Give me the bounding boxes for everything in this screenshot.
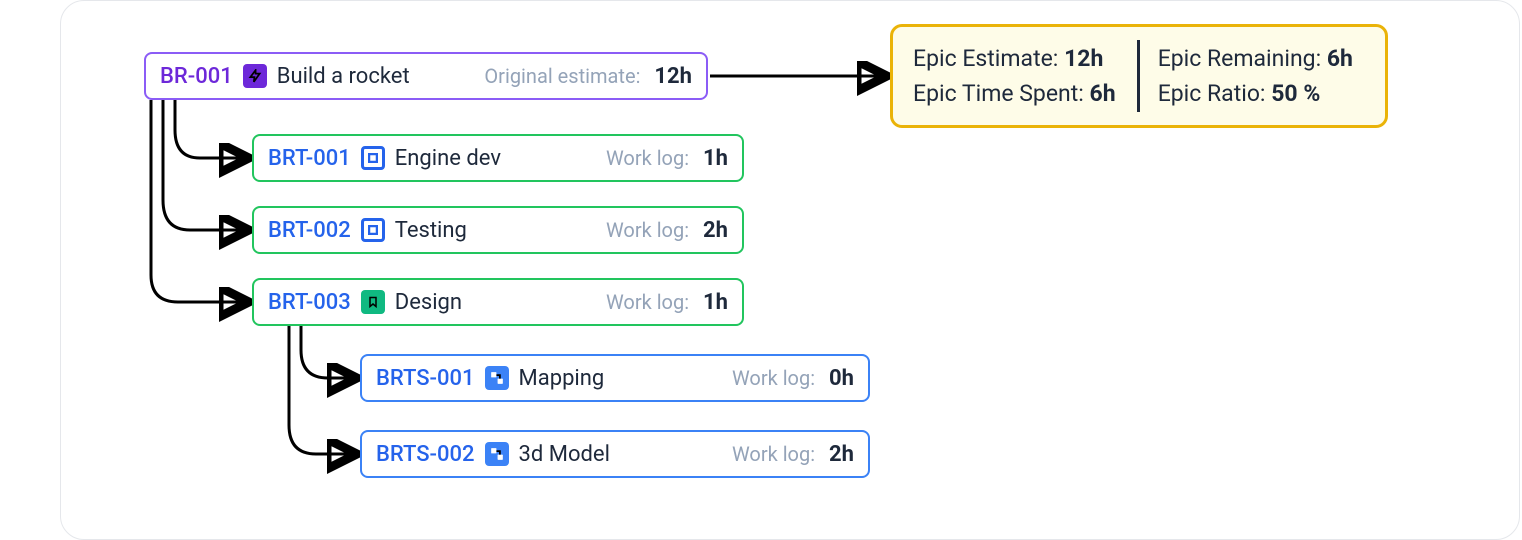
task-node[interactable]: BRT-001 Engine dev Work log: 1h (252, 134, 744, 182)
subtask-icon (485, 366, 509, 390)
task-log-value: 1h (703, 146, 728, 171)
task-title: Engine dev (395, 146, 501, 171)
task-icon (361, 218, 385, 242)
subtask-node[interactable]: BRTS-002 3d Model Work log: 2h (360, 430, 870, 478)
task-icon (361, 146, 385, 170)
task-log-value: 1h (703, 290, 728, 315)
epic-id: BR-001 (160, 64, 233, 89)
task-log-label: Work log: (576, 218, 689, 242)
task-title: Design (395, 290, 462, 315)
summary-divider (1137, 40, 1140, 112)
subtask-log-label: Work log: (702, 442, 815, 466)
summary-spent-value: 6h (1090, 80, 1116, 107)
subtask-log-value: 0h (829, 366, 854, 391)
summary-remaining-label: Epic Remaining: (1158, 45, 1321, 72)
subtask-title: Mapping (519, 366, 605, 391)
subtask-node[interactable]: BRTS-001 Mapping Work log: 0h (360, 354, 870, 402)
task-node[interactable]: BRT-002 Testing Work log: 2h (252, 206, 744, 254)
summary-spent-label: Epic Time Spent: (913, 80, 1084, 107)
task-node[interactable]: BRT-003 Design Work log: 1h (252, 278, 744, 326)
task-id: BRT-003 (268, 290, 351, 315)
epic-title: Build a rocket (277, 64, 410, 89)
bolt-icon (243, 64, 267, 88)
task-log-label: Work log: (576, 290, 689, 314)
bookmark-icon (361, 290, 385, 314)
summary-remaining-value: 6h (1327, 45, 1353, 72)
subtask-log-value: 2h (829, 442, 854, 467)
task-log-label: Work log: (576, 146, 689, 170)
summary-ratio-value: 50 % (1271, 80, 1320, 107)
summary-estimate-value: 12h (1064, 45, 1103, 72)
subtask-title: 3d Model (519, 442, 610, 467)
epic-node[interactable]: BR-001 Build a rocket Original estimate:… (144, 52, 708, 100)
task-title: Testing (395, 218, 467, 243)
summary-ratio-label: Epic Ratio: (1158, 80, 1266, 107)
epic-estimate-value: 12h (654, 64, 692, 89)
epic-estimate-label: Original estimate: (454, 64, 640, 88)
task-log-value: 2h (703, 218, 728, 243)
subtask-id: BRTS-001 (376, 366, 475, 391)
subtask-id: BRTS-002 (376, 442, 475, 467)
summary-estimate-label: Epic Estimate: (913, 45, 1058, 72)
task-id: BRT-002 (268, 218, 351, 243)
task-id: BRT-001 (268, 146, 351, 171)
subtask-icon (485, 442, 509, 466)
subtask-log-label: Work log: (702, 366, 815, 390)
epic-summary: Epic Estimate: 12h Epic Time Spent: 6h E… (890, 24, 1388, 128)
